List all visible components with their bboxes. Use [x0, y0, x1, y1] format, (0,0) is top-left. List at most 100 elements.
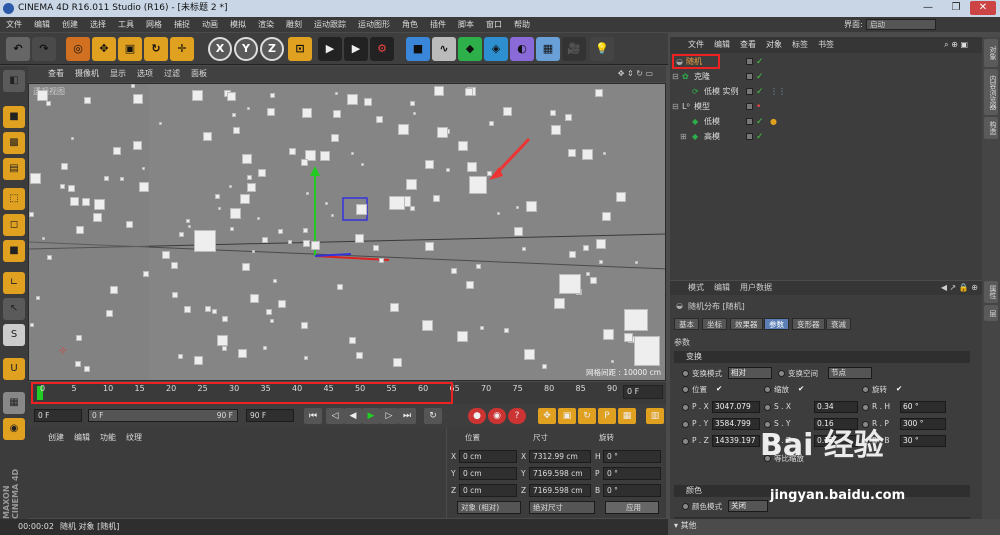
menu-select[interactable]: 选择 [84, 17, 112, 32]
lock-workplane-icon[interactable]: ▦ [3, 392, 25, 414]
x-axis-lock-button[interactable]: X [208, 37, 232, 61]
menu-snap[interactable]: 捕捉 [168, 17, 196, 32]
material-menu-create[interactable]: 创建 [48, 433, 64, 442]
key-pla-icon[interactable]: ▦ [618, 408, 636, 424]
enabled-check-icon[interactable]: ✓ [756, 115, 764, 129]
deformer-icon[interactable]: ◐ [510, 37, 534, 61]
obj-menu-bookmarks[interactable]: 书签 [818, 40, 834, 49]
close-button[interactable]: ✕ [970, 1, 996, 15]
menu-mesh[interactable]: 网格 [140, 17, 168, 32]
object-row-low[interactable]: ◆ 低模 ✓ ● [670, 115, 982, 129]
material-menu-edit[interactable]: 编辑 [74, 433, 90, 442]
visibility-toggle[interactable] [746, 58, 753, 65]
color-mode-select[interactable]: 关闭 [728, 500, 768, 512]
maximize-button[interactable]: ❐ [943, 1, 969, 15]
go-to-start-icon[interactable]: ⏮ [304, 408, 322, 424]
material-menu-function[interactable]: 功能 [100, 433, 116, 442]
viewport-menu-filter[interactable]: 过滤 [164, 69, 180, 78]
coord-pos-z-field[interactable]: 0 cm [459, 484, 517, 497]
position-checkbox[interactable]: ✔ [716, 384, 722, 393]
expand-icon[interactable]: ⊞ [680, 130, 687, 144]
workplane-icon[interactable]: ▤ [3, 158, 25, 180]
floor-icon[interactable]: ▦ [536, 37, 560, 61]
tab-structure[interactable]: 构造 [984, 117, 998, 139]
coord-mode-select[interactable]: 对象 (相对) [457, 501, 521, 514]
menu-help[interactable]: 帮助 [508, 17, 536, 32]
viewport-menu-panel[interactable]: 面板 [191, 69, 207, 78]
key-rotation-icon[interactable]: ↻ [578, 408, 596, 424]
menu-motion-tracking[interactable]: 运动跟踪 [308, 17, 352, 32]
menu-render[interactable]: 渲染 [252, 17, 280, 32]
enabled-check-icon[interactable]: ✓ [756, 70, 764, 84]
menu-sculpt[interactable]: 雕刻 [280, 17, 308, 32]
scale-radio[interactable] [764, 386, 771, 393]
scale-icon[interactable]: ▣ [118, 37, 142, 61]
menu-script[interactable]: 脚本 [452, 17, 480, 32]
autokey-icon[interactable]: ◉ [488, 408, 506, 424]
collapse-icon[interactable]: ⊟ [672, 100, 679, 114]
rotation-radio[interactable] [862, 386, 869, 393]
menu-plugins[interactable]: 插件 [424, 17, 452, 32]
visibility-toggle[interactable] [746, 103, 753, 110]
axis-mode-icon[interactable]: ∟ [3, 272, 25, 294]
obj-menu-view[interactable]: 查看 [740, 40, 756, 49]
menu-edit[interactable]: 编辑 [28, 17, 56, 32]
key-parameter-icon[interactable]: P [598, 408, 616, 424]
coord-size-y-field[interactable]: 7169.598 cm [529, 467, 591, 480]
render-view-icon[interactable]: ▶ [318, 37, 342, 61]
viewport-menu-display[interactable]: 显示 [110, 69, 126, 78]
menu-character[interactable]: 角色 [396, 17, 424, 32]
obj-menu-edit[interactable]: 编辑 [714, 40, 730, 49]
edges-mode-icon[interactable]: ◻ [3, 214, 25, 236]
visibility-toggle[interactable] [746, 118, 753, 125]
play-icon[interactable]: ▶ [362, 408, 380, 424]
tab-coord[interactable]: 坐标 [702, 318, 727, 330]
menu-mograph[interactable]: 运动图形 [352, 17, 396, 32]
coord-rot-h-field[interactable]: 0 ° [603, 450, 661, 463]
tab-effector[interactable]: 效果器 [730, 318, 763, 330]
transform-mode-radio[interactable] [682, 370, 689, 377]
attr-menu-mode[interactable]: 模式 [688, 283, 704, 292]
visibility-toggle[interactable] [746, 133, 753, 140]
tab-content-browser[interactable]: 内容浏览器 [984, 69, 998, 115]
camera-icon[interactable]: 🎥 [562, 37, 586, 61]
keyframe-selection-icon[interactable]: ? [508, 408, 526, 424]
coord-pos-x-field[interactable]: 0 cm [459, 450, 517, 463]
transform-space-select[interactable]: 节点 [828, 367, 872, 379]
previous-frame-icon[interactable]: ◀ [344, 408, 362, 424]
recent-tool-icon[interactable]: ✛ [170, 37, 194, 61]
coordinate-system-icon[interactable]: ⊡ [288, 37, 312, 61]
cube-object-icon[interactable]: ■ [406, 37, 430, 61]
magnet-icon[interactable]: U [3, 358, 25, 380]
live-selection-icon[interactable]: ◎ [66, 37, 90, 61]
array-icon[interactable]: ◈ [484, 37, 508, 61]
coord-size-z-field[interactable]: 7169.598 cm [529, 484, 591, 497]
enabled-check-icon[interactable]: ✓ [756, 55, 764, 69]
viewport-menu-options[interactable]: 选项 [137, 69, 153, 78]
model-mode-icon[interactable]: ■ [3, 106, 25, 128]
visibility-toggle[interactable] [746, 73, 753, 80]
sx-radio[interactable] [764, 404, 771, 411]
timeline-current-frame-field[interactable]: 0 F [623, 385, 663, 399]
object-row-random[interactable]: ◒ 随机 ✓ [670, 55, 982, 69]
start-frame-field[interactable]: 0 F [34, 409, 82, 422]
go-to-end-icon[interactable]: ⏭ [398, 408, 416, 424]
tab-deformer[interactable]: 变形器 [792, 318, 825, 330]
subdivision-surface-icon[interactable]: ◆ [458, 37, 482, 61]
coord-rot-p-field[interactable]: 0 ° [603, 467, 661, 480]
menu-simulate[interactable]: 模拟 [224, 17, 252, 32]
attr-menu-edit[interactable]: 编辑 [714, 283, 730, 292]
rh-radio[interactable] [862, 404, 869, 411]
coord-rot-b-field[interactable]: 0 ° [603, 484, 661, 497]
coord-size-x-field[interactable]: 7312.99 cm [529, 450, 591, 463]
viewport-menu-view[interactable]: 查看 [48, 69, 64, 78]
timeline-window-icon[interactable]: ▥ [646, 408, 664, 424]
move-icon[interactable]: ✥ [92, 37, 116, 61]
menu-animate[interactable]: 动画 [196, 17, 224, 32]
tweak-icon[interactable]: ↖ [3, 298, 25, 320]
tab-attributes[interactable]: 属性 [984, 281, 998, 303]
rotation-checkbox[interactable]: ✔ [896, 384, 902, 393]
coord-pos-y-field[interactable]: 0 cm [459, 467, 517, 480]
menu-window[interactable]: 窗口 [480, 17, 508, 32]
rotate-icon[interactable]: ↻ [144, 37, 168, 61]
